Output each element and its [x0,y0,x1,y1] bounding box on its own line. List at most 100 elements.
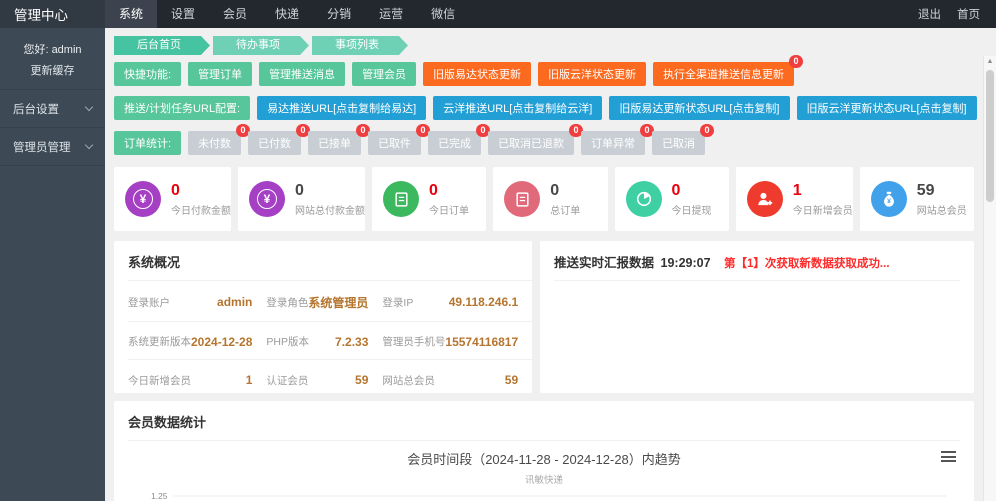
overview-cell: 管理员手机号 15574116817 [382,320,533,360]
stat-label: 总订单 [550,205,581,217]
logout-link[interactable]: 退出 [918,6,941,22]
card-today-new-members: 1 今日新增会员 [735,167,853,231]
svg-text:1.25: 1.25 [151,491,168,501]
home-link[interactable]: 首页 [957,6,980,22]
stat-label: 今日新增会员 [792,205,853,217]
yida-push-url-button[interactable]: 易达推送URL[点击复制给易达] [257,96,427,120]
quick-functions-row: 快捷功能: 管理订单 管理推送消息 管理会员 旧版易达状态更新 旧版云洋状态更新… [114,55,974,86]
push-report-message: 第【1】次获取新数据获取成功... [724,258,890,270]
sidebar-item-admin-management[interactable]: 管理员管理 [0,128,105,166]
card-total-payment: ¥ 0 网站总付款金额 [238,167,365,231]
stat-value: 1 [792,181,802,199]
panel-title: 会员数据统计 [128,415,207,430]
breadcrumb-todo[interactable]: 待办事项 [213,36,309,55]
overview-cell: 今日新增会员 1 [128,359,267,398]
main-content: 后台首页 待办事项 事项列表 快捷功能: 管理订单 管理推送消息 管理会员 旧版… [105,28,996,501]
yen-circle-icon: ¥ [249,181,285,217]
vertical-scrollbar[interactable]: ▲ [983,56,996,501]
scrollbar-thumb[interactable] [986,70,994,202]
yunyang-push-url-button[interactable]: 云洋推送URL[点击复制给云洋] [433,96,603,120]
quick-functions-label: 快捷功能: [114,62,182,86]
old-yida-status-url-button[interactable]: 旧版易达更新状态URL[点击复制] [609,96,790,120]
stat-label: 今日订单 [429,205,469,217]
breadcrumb: 后台首页 待办事项 事项列表 [114,36,974,55]
orders-abnormal-button[interactable]: 订单异常 0 [581,124,655,155]
sidebar-item-label: 后台设置 [13,103,59,116]
manage-orders-button[interactable]: 管理订单 [188,62,253,86]
button-label: 订单异常 [591,138,636,150]
overview-value: 59 [355,373,369,387]
stat-value: 0 [295,181,304,199]
system-overview-panel: 系统概况 登录账户 admin 登录角色 系统管理员 登录IP 49.118.246.… [114,241,533,393]
overview-label: 登录角色 [266,296,309,309]
top-nav: 系统 设置 会员 快递 分销 运营 微信 [105,0,918,28]
sidebar: 您好: admin 更新缓存 后台设置 管理员管理 [0,28,105,501]
orders-completed-button[interactable]: 已完成 0 [428,124,491,155]
overview-value: 2024-12-28 [191,334,253,349]
stat-value: 0 [429,181,438,199]
money-bag-icon: ¥ [870,181,907,217]
old-yunyang-status-url-button[interactable]: 旧版云洋更新状态URL[点击复制] [796,96,977,120]
greeting-text: 您好: admin [23,44,82,56]
button-label: 已取消已退款 [498,138,565,150]
order-stats-row: 订单统计: 未付数 0 已付数 0 已接单 0 已取件 0 已完成 0 已取消已退款 0 订… [114,124,974,155]
refresh-cache-link[interactable]: 更新缓存 [4,62,101,78]
chart-menu-icon[interactable] [941,451,956,465]
manage-members-button[interactable]: 管理会员 [352,62,417,86]
trend-line-chart: 1.25-0.2511/2811/2911/3012/0112/0212/031… [151,491,947,501]
yen-circle-icon: ¥ [125,181,161,217]
chart-subtitle: 讯敏快递 [524,475,563,486]
overview-label: 今日新增会员 [128,374,191,387]
overview-cell: PHP版本 7.2.33 [266,320,383,360]
overview-label: PHP版本 [266,336,309,348]
breadcrumb-home[interactable]: 后台首页 [114,36,210,55]
chevron-down-icon [84,140,94,150]
tab-system[interactable]: 系统 [105,0,158,28]
stat-label: 网站总会员 [916,205,967,217]
document-icon [383,181,419,217]
admin-dashboard: 管理中心 系统 设置 会员 快递 分销 运营 微信 退出 首页 您好: admi… [0,0,996,501]
orders-accepted-button[interactable]: 已接单 0 [308,124,371,155]
scroll-up-icon[interactable]: ▲ [984,56,996,68]
stat-cards-row: ¥ 0 今日付款金额 ¥ 0 网站总付款金额 0 今日订单 0 总订单 0 今日… [114,167,974,231]
sidebar-item-backend-settings[interactable]: 后台设置 [0,90,105,128]
stat-value: 0 [550,181,560,199]
manage-push-messages-button[interactable]: 管理推送消息 [259,62,346,86]
tab-members[interactable]: 会员 [209,0,261,28]
svg-text:¥: ¥ [887,198,891,205]
overview-value: 49.118.246.1 [448,295,519,309]
tab-settings[interactable]: 设置 [157,0,209,28]
overview-label: 登录账户 [128,296,170,309]
tab-wechat[interactable]: 微信 [417,0,469,28]
stat-value: 59 [916,181,935,199]
orders-unpaid-button[interactable]: 未付数 0 [188,124,251,155]
tab-express[interactable]: 快递 [261,0,313,28]
button-label: 已付数 [258,138,292,150]
orders-pickedup-button[interactable]: 已取件 0 [368,124,431,155]
tab-operations[interactable]: 运营 [365,0,417,28]
card-today-orders: 0 今日订单 [372,167,487,231]
card-total-orders: 0 总订单 [493,167,608,231]
stat-value: 0 [671,181,681,199]
orders-cancelled-refunded-button[interactable]: 已取消已退款 0 [488,124,584,155]
stat-label: 今日提现 [671,205,712,217]
tab-distribution[interactable]: 分销 [313,0,365,28]
yida-status-update-button[interactable]: 旧版易达状态更新 [423,62,532,86]
overview-cell: 网站总会员 59 [382,359,533,398]
all-channel-push-update-button[interactable]: 执行全渠道推送信息更新 0 [653,55,804,86]
top-bar: 管理中心 系统 设置 会员 快递 分销 运营 微信 退出 首页 [0,0,996,28]
overview-label: 网站总会员 [382,374,435,387]
breadcrumb-list[interactable]: 事项列表 [312,36,408,55]
orders-cancelled-button[interactable]: 已取消 0 [652,124,715,155]
chart-title: 会员时间段（2024-11-28 - 2024-12-28）内趋势 [407,452,681,467]
yunyang-status-update-button[interactable]: 旧版云洋状态更新 [538,62,647,86]
orders-paid-button[interactable]: 已付数 0 [248,124,311,155]
overview-value: 15574116817 [445,334,519,349]
overview-value: admin [217,295,253,309]
url-config-label: 推送/计划任务URL配置: [114,96,251,120]
button-label: 已接单 [318,138,352,150]
button-label: 执行全渠道推送信息更新 [663,69,785,81]
push-report-panel: 推送实时汇报数据 19:29:07 第【1】次获取新数据获取成功... [540,241,974,393]
pie-chart-icon [625,181,662,217]
app-title: 管理中心 [0,0,105,28]
